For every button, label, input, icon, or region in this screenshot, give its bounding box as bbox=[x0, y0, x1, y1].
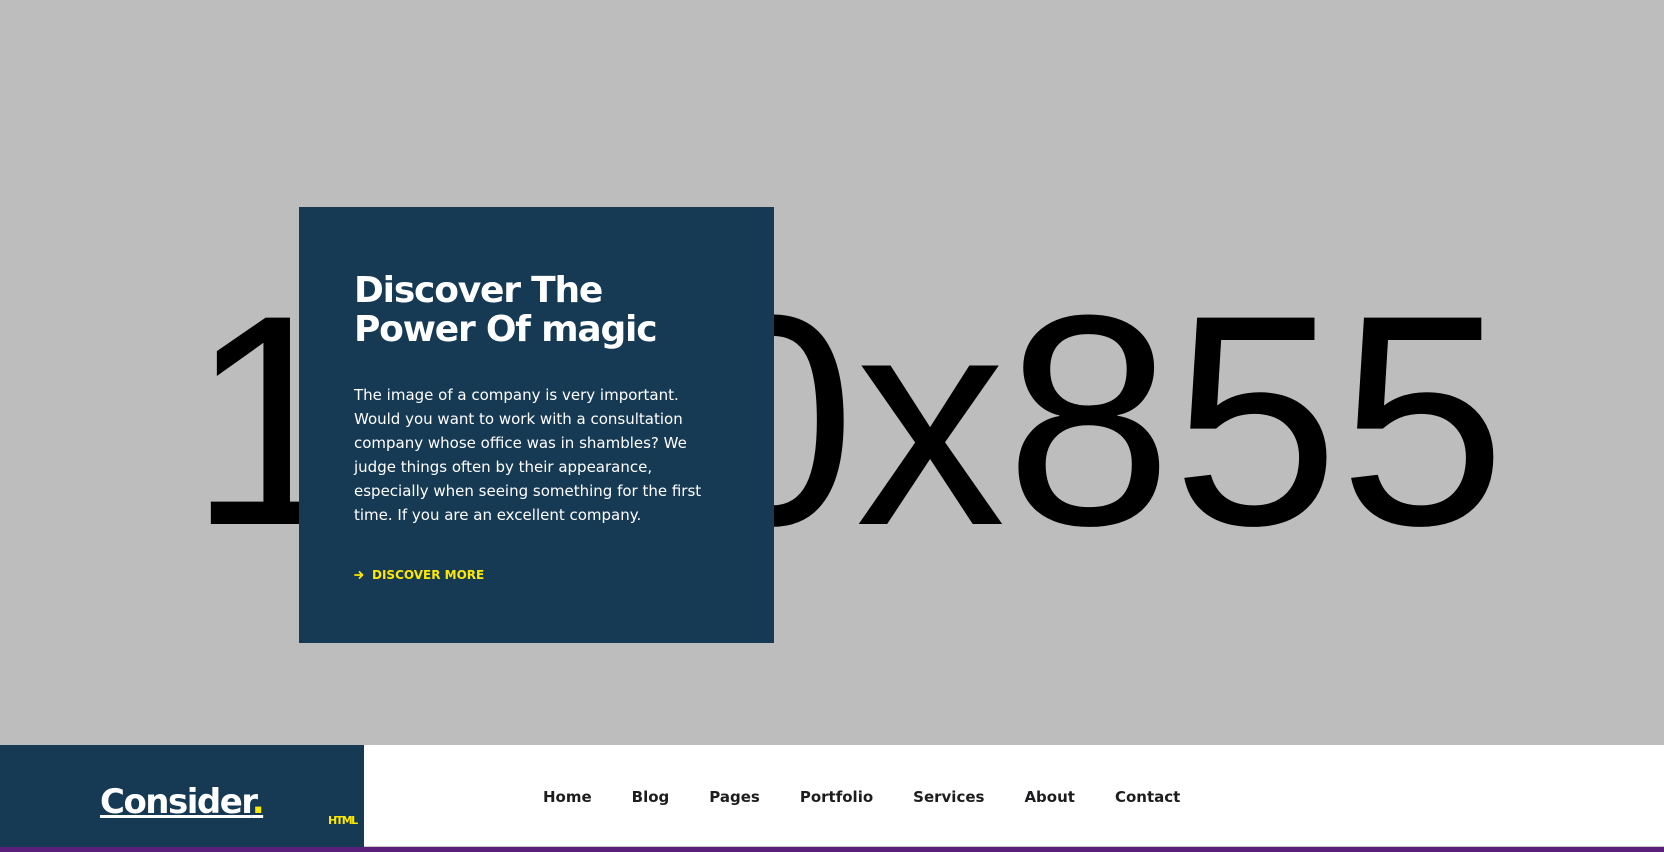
nav-list-item-home: Home bbox=[543, 787, 592, 806]
nav-item-services[interactable]: Services bbox=[913, 788, 984, 806]
nav-list-item-about: About bbox=[1024, 787, 1075, 806]
logo-html-badge: HTML bbox=[328, 814, 358, 827]
feature-title: Discover The Power Of magic bbox=[354, 270, 658, 350]
brand-panel: Consider. HTML bbox=[0, 745, 364, 847]
discover-more-label: DISCOVER MORE bbox=[372, 568, 485, 582]
arrow-right-icon bbox=[354, 570, 364, 580]
nav-list-item-portfolio: Portfolio bbox=[800, 787, 873, 806]
nav-item-blog[interactable]: Blog bbox=[632, 788, 670, 806]
main-navigation-bar: Consider. HTML Home Blog Pages Portfolio… bbox=[0, 745, 1664, 847]
nav-item-portfolio[interactable]: Portfolio bbox=[800, 788, 873, 806]
nav-list-item-blog: Blog bbox=[632, 787, 670, 806]
feature-card: Discover The Power Of magic The image of… bbox=[299, 207, 774, 643]
site-logo[interactable]: Consider. HTML bbox=[100, 782, 358, 827]
logo-dot: . bbox=[251, 782, 265, 822]
nav-list-item-services: Services bbox=[913, 787, 984, 806]
discover-more-link[interactable]: DISCOVER MORE bbox=[354, 568, 484, 582]
feature-description: The image of a company is very important… bbox=[354, 386, 702, 524]
hero-section: 1920x855 Discover The Power Of magic The… bbox=[0, 0, 1664, 745]
nav-item-about[interactable]: About bbox=[1024, 788, 1075, 806]
nav-item-contact[interactable]: Contact bbox=[1115, 788, 1180, 806]
nav-list-item-contact: Contact bbox=[1115, 787, 1180, 806]
nav-item-home[interactable]: Home bbox=[543, 788, 592, 806]
logo-name: Consider bbox=[100, 782, 253, 822]
bottom-page-strip bbox=[0, 847, 1664, 852]
nav-item-pages[interactable]: Pages bbox=[709, 788, 760, 806]
nav-menu: Home Blog Pages Portfolio Services About… bbox=[543, 745, 1180, 847]
nav-list-item-pages: Pages bbox=[709, 787, 760, 806]
page: 1920x855 Discover The Power Of magic The… bbox=[0, 0, 1664, 852]
